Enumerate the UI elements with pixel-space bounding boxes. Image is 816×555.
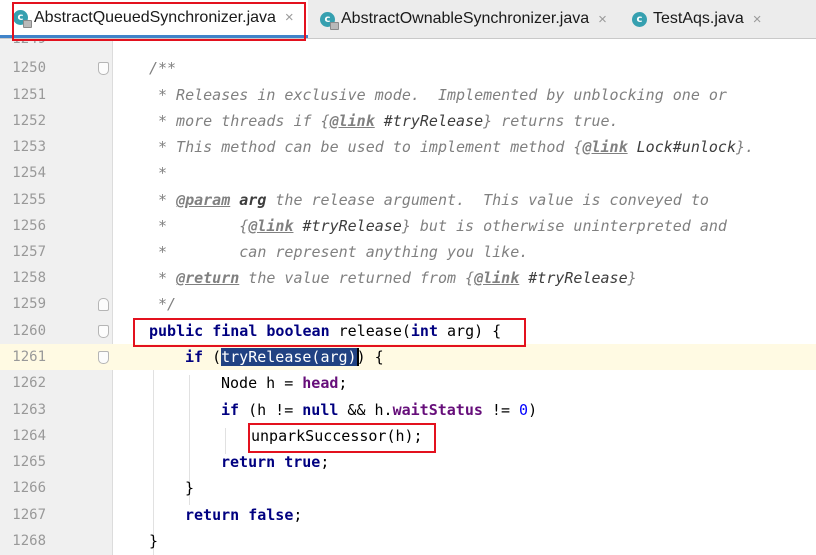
code-line: 1251 * Releases in exclusive mode. Imple… (0, 82, 816, 108)
code-text: * @param arg the release argument. This … (158, 191, 709, 209)
line-number: 1255 (12, 192, 46, 208)
fold-marker-icon[interactable] (98, 298, 109, 311)
code-text: } (185, 479, 195, 497)
fold-marker-icon[interactable] (98, 62, 109, 75)
code-text: if (h != null && h.waitStatus != 0) (221, 401, 538, 419)
code-text: * {@link #tryRelease} but is otherwise u… (158, 217, 727, 235)
fold-marker-icon[interactable] (98, 325, 109, 338)
java-class-icon: c (632, 11, 647, 27)
code-line: 1264 unparkSuccessor(h); (0, 423, 816, 449)
tab-abstract-ownable-synchronizer[interactable]: c AbstractOwnableSynchronizer.java × (308, 0, 620, 38)
code-line: 1262 Node h = head; (0, 370, 816, 396)
code-editor[interactable]: 1249 1250 /** 1251 * Releases in exclusi… (0, 39, 816, 555)
editor-tab-bar: c AbstractQueuedSynchronizer.java × c Ab… (0, 0, 816, 39)
line-number: 1264 (12, 428, 46, 444)
code-line-current: 1261 if (tryRelease(arg)) { (0, 344, 816, 370)
line-number: 1249 (12, 39, 46, 47)
tab-test-aqs[interactable]: c TestAqs.java × (620, 0, 780, 38)
tab-abstract-queued-synchronizer[interactable]: c AbstractQueuedSynchronizer.java × (0, 0, 308, 38)
code-text: * (158, 164, 168, 182)
code-text: * Releases in exclusive mode. Implemente… (158, 86, 727, 104)
code-line: 1257 * can represent anything you like. (0, 239, 816, 265)
line-number: 1267 (12, 507, 46, 523)
code-line: 1259 */ (0, 291, 816, 317)
code-line: 1267 return false; (0, 502, 816, 528)
java-class-icon: c (13, 10, 32, 28)
code-text: * more threads if {@link #tryRelease} re… (158, 112, 619, 130)
java-class-icon: c (320, 11, 339, 30)
code-text: */ (158, 295, 177, 313)
code-line: 1268 } (0, 528, 816, 554)
code-text: * can represent anything you like. (158, 243, 529, 261)
line-number: 1256 (12, 218, 46, 234)
code-text: return true; (221, 453, 330, 471)
line-number: 1258 (12, 270, 46, 286)
code-text: } (149, 532, 159, 550)
code-line: 1249 (0, 39, 816, 52)
close-icon[interactable]: × (753, 11, 762, 28)
code-line: 1255 * @param arg the release argument. … (0, 187, 816, 213)
line-number: 1268 (12, 533, 46, 549)
fold-marker-icon[interactable] (98, 351, 109, 364)
code-text: /** (149, 59, 177, 77)
line-number: 1253 (12, 139, 46, 155)
code-line: 1260 public final boolean release(int ar… (0, 318, 816, 344)
line-number: 1260 (12, 323, 46, 339)
code-line: 1252 * more threads if {@link #tryReleas… (0, 108, 816, 134)
code-line: 1265 return true; (0, 449, 816, 475)
line-number: 1250 (12, 60, 46, 76)
line-number: 1251 (12, 87, 46, 103)
selected-text: tryRelease(arg) (221, 348, 357, 366)
tab-label: TestAqs.java (653, 10, 744, 27)
code-text: * This method can be used to implement m… (158, 138, 755, 156)
close-icon[interactable]: × (598, 11, 607, 28)
line-number: 1263 (12, 402, 46, 418)
code-text: public final boolean release(int arg) { (149, 322, 502, 340)
code-text: if (tryRelease(arg)) { (185, 348, 384, 366)
line-number: 1252 (12, 113, 46, 129)
code-text: Node h = head; (221, 374, 348, 392)
close-icon[interactable]: × (285, 9, 294, 26)
line-number: 1254 (12, 165, 46, 181)
code-line: 1263 if (h != null && h.waitStatus != 0) (0, 397, 816, 423)
code-line: 1258 * @return the value returned from {… (0, 265, 816, 291)
line-number: 1262 (12, 375, 46, 391)
code-text: unparkSuccessor(h); (251, 427, 423, 445)
line-number: 1261 (0, 344, 46, 370)
line-number: 1266 (12, 480, 46, 496)
line-number: 1257 (12, 244, 46, 260)
code-line: 1256 * {@link #tryRelease} but is otherw… (0, 213, 816, 239)
code-text: * @return the value returned from {@link… (158, 269, 637, 287)
line-number: 1265 (12, 454, 46, 470)
tab-label: AbstractOwnableSynchronizer.java (341, 10, 590, 27)
code-line: 1266 } (0, 475, 816, 501)
code-line: 1254 * (0, 160, 816, 186)
line-number: 1259 (12, 296, 46, 312)
code-line: 1250 /** (0, 55, 816, 81)
code-line: 1253 * This method can be used to implem… (0, 134, 816, 160)
code-text: return false; (185, 506, 303, 524)
tab-label: AbstractQueuedSynchronizer.java (34, 8, 276, 26)
